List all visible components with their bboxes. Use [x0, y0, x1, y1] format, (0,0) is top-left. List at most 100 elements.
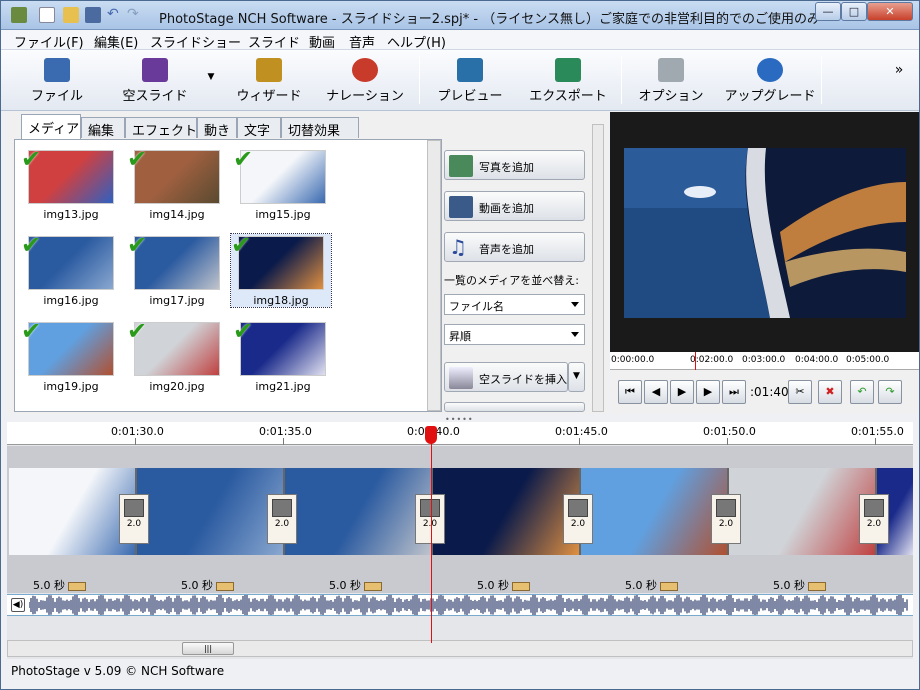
media-item[interactable]: ✔ img19.jpg — [21, 317, 121, 393]
media-item[interactable]: ✔ img14.jpg — [127, 145, 227, 221]
tab-motion[interactable]: 動き — [197, 117, 237, 139]
tab-transitions[interactable]: 切替効果 — [281, 117, 359, 139]
media-thumbnail: ✔ — [127, 317, 220, 376]
delete-button[interactable]: ✖ — [818, 380, 842, 404]
timeline-ruler[interactable]: 0:01:30.0 0:01:35.0 0:01:40.0 0:01:45.0 … — [7, 422, 913, 445]
slide-duration[interactable]: 5.0 秒 — [773, 577, 826, 593]
media-item[interactable]: ✔ img15.jpg — [233, 145, 333, 221]
menu-file[interactable]: ファイル(F) — [14, 32, 84, 51]
file-icon — [44, 58, 70, 82]
narration-button[interactable]: ナレーション — [323, 54, 407, 106]
duration-key-icon — [512, 581, 530, 591]
check-icon: ✔ — [233, 145, 254, 173]
blank-slide-button[interactable]: 空スライド — [117, 54, 193, 106]
film-icon — [449, 196, 473, 218]
menu-help[interactable]: ヘルプ(H) — [387, 32, 446, 51]
preview-panel: 0:00:00.0 0:02:00.0 0:03:00.0 0:04:00.0 … — [610, 112, 919, 414]
add-photo-button[interactable]: 写真を追加 — [444, 150, 585, 180]
slide-clip[interactable] — [9, 468, 137, 555]
menu-edit[interactable]: 編集(E) — [94, 32, 138, 51]
slide-clip[interactable] — [137, 468, 285, 555]
play-button[interactable]: ▶ — [670, 380, 694, 404]
preview-ruler[interactable]: 0:00:00.0 0:02:00.0 0:03:00.0 0:04:00.0 … — [610, 352, 919, 370]
media-item[interactable]: ✔ img17.jpg — [127, 231, 227, 307]
save-icon[interactable] — [85, 7, 101, 23]
media-item[interactable]: ✔ img16.jpg — [21, 231, 121, 307]
actions-scrollbar[interactable] — [592, 124, 604, 412]
more-button[interactable] — [444, 402, 585, 412]
insert-blank-dropdown[interactable]: ▼ — [568, 362, 585, 392]
media-item[interactable]: ✔ img20.jpg — [127, 317, 227, 393]
preview-button[interactable]: プレビュー — [433, 54, 507, 106]
audio-track[interactable]: ◀) — [7, 594, 913, 616]
media-scrollbar[interactable] — [427, 140, 441, 411]
media-list[interactable]: ✔ img13.jpg ✔ img14.jpg ✔ img15.jpg ✔ img16.… — [14, 139, 442, 412]
slide-duration[interactable]: 5.0 秒 — [477, 577, 530, 593]
tab-edit[interactable]: 編集 — [81, 117, 125, 139]
tab-media[interactable]: メディア — [21, 114, 81, 139]
timeline-scrollbar[interactable]: ||| — [7, 640, 913, 657]
toolbar-more-button[interactable]: » — [889, 62, 909, 114]
step-back-button[interactable]: ◀ — [644, 380, 668, 404]
wizard-wand-icon — [256, 58, 282, 82]
transition-block[interactable]: 2.0 — [415, 494, 445, 544]
file-button[interactable]: ファイル — [25, 54, 89, 106]
upgrade-button[interactable]: アップグレード — [723, 54, 817, 106]
slide-clip[interactable] — [581, 468, 729, 555]
rotate-right-button[interactable]: ↷ — [878, 380, 902, 404]
slide-clip[interactable] — [729, 468, 877, 555]
sort-by-select[interactable]: ファイル名 — [444, 294, 585, 315]
slide-duration[interactable]: 5.0 秒 — [181, 577, 234, 593]
sort-label: 一覧のメディアを並べ替え: — [444, 274, 579, 287]
preview-screen[interactable] — [610, 112, 919, 352]
go-end-button[interactable]: ⏭ — [722, 380, 746, 404]
tab-text[interactable]: 文字 — [237, 117, 281, 139]
media-thumbnail: ✔ — [127, 145, 220, 204]
slide-clip[interactable] — [433, 468, 581, 555]
scroll-thumb[interactable]: ||| — [182, 642, 234, 655]
redo-icon[interactable]: ↷ — [127, 7, 143, 23]
add-audio-button[interactable]: ♫ 音声を追加 — [444, 232, 585, 262]
undo-icon[interactable]: ↶ — [107, 7, 123, 23]
menu-audio[interactable]: 音声 — [349, 32, 375, 51]
transition-block[interactable]: 2.0 — [859, 494, 889, 544]
maximize-button[interactable]: □ — [841, 2, 867, 21]
rotate-left-button[interactable]: ↶ — [850, 380, 874, 404]
slide-duration[interactable]: 5.0 秒 — [33, 577, 86, 593]
menu-video[interactable]: 動画 — [309, 32, 335, 51]
menu-slideshow[interactable]: スライドショー — [150, 32, 241, 51]
menu-slide[interactable]: スライド — [248, 32, 300, 51]
timeline-playhead[interactable] — [431, 427, 432, 643]
speaker-icon[interactable]: ◀) — [11, 598, 25, 612]
transition-block[interactable]: 2.0 — [119, 494, 149, 544]
media-item[interactable]: ✔ img21.jpg — [233, 317, 333, 393]
preview-playhead[interactable] — [695, 352, 696, 370]
minimize-button[interactable]: — — [815, 2, 841, 21]
slide-clip[interactable] — [285, 468, 433, 555]
add-video-button[interactable]: 動画を追加 — [444, 191, 585, 221]
slide-duration[interactable]: 5.0 秒 — [329, 577, 382, 593]
transition-icon — [716, 499, 736, 517]
split-button[interactable]: ✂ — [788, 380, 812, 404]
new-project-icon[interactable] — [39, 7, 55, 23]
transition-block[interactable]: 2.0 — [711, 494, 741, 544]
open-folder-icon[interactable] — [63, 7, 79, 23]
wizard-button[interactable]: ウィザード — [233, 54, 305, 106]
tab-effects[interactable]: エフェクト — [125, 117, 197, 139]
slide-duration[interactable]: 5.0 秒 — [625, 577, 678, 593]
splitter-handle[interactable]: ••••• — [445, 415, 475, 424]
options-button[interactable]: オプション — [635, 54, 707, 106]
transition-block[interactable]: 2.0 — [267, 494, 297, 544]
transition-icon — [272, 499, 292, 517]
close-button[interactable]: ✕ — [867, 2, 913, 21]
media-item-selected[interactable]: ✔ img18.jpg — [230, 231, 332, 308]
insert-blank-slide-button[interactable]: 空スライドを挿入 — [444, 362, 568, 392]
transition-block[interactable]: 2.0 — [563, 494, 593, 544]
export-button[interactable]: エクスポート — [525, 54, 611, 106]
sort-order-select[interactable]: 昇順 — [444, 324, 585, 345]
step-forward-button[interactable]: ▶ — [696, 380, 720, 404]
media-actions: 写真を追加 動画を追加 ♫ 音声を追加 一覧のメディアを並べ替え: ファイル名 昇… — [444, 124, 604, 412]
ruler-tick — [727, 438, 728, 445]
go-start-button[interactable]: ⏮ — [618, 380, 642, 404]
media-item[interactable]: ✔ img13.jpg — [21, 145, 121, 221]
